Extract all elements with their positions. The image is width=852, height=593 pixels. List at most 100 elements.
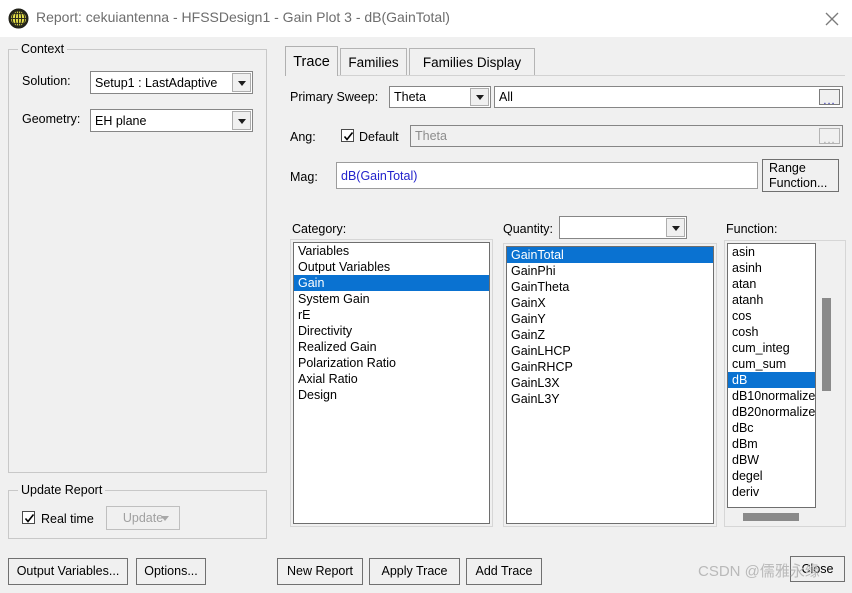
list-item[interactable]: dB10normalize (728, 388, 815, 404)
new-report-button-label: New Report (287, 564, 353, 579)
quantity-list-items: GainTotal GainPhi GainTheta GainX GainY GainZ… (507, 247, 713, 407)
list-item[interactable]: Polarization Ratio (294, 355, 489, 371)
list-item[interactable]: GainL3X (507, 375, 713, 391)
ang-ellipsis-label: ... (823, 134, 836, 146)
primary-sweep-combo[interactable]: Theta (389, 86, 491, 108)
list-item[interactable]: Gain (294, 275, 489, 291)
update-button-label: Update (122, 510, 164, 525)
function-list-items: asin asinh atan atanh cos cosh cum_integ cum_su… (728, 244, 815, 500)
tabstrip-divider (285, 75, 845, 76)
primary-sweep-value: Theta (394, 90, 426, 104)
ang-ellipsis-button[interactable]: ... (819, 128, 840, 146)
list-item[interactable]: GainX (507, 295, 713, 311)
context-group-label: Context (18, 42, 68, 56)
quantity-listbox[interactable]: GainTotal GainPhi GainTheta GainX GainY GainZ… (506, 246, 714, 524)
window-title: Report: cekuiantenna - HFSSDesign1 - Gai… (36, 9, 450, 25)
list-item[interactable]: cum_sum (728, 356, 815, 372)
list-item[interactable]: System Gain (294, 291, 489, 307)
solution-combo-value: Setup1 : LastAdaptive (95, 75, 218, 90)
real-time-checkbox[interactable] (22, 511, 35, 524)
function-label: Function: (726, 222, 778, 236)
list-item[interactable]: rE (294, 307, 489, 323)
mag-value: dB(GainTotal) (341, 168, 418, 183)
list-item[interactable]: deriv (728, 484, 815, 500)
geometry-label: Geometry: (22, 112, 81, 126)
close-button[interactable]: Close (790, 556, 845, 582)
list-item[interactable]: cum_integ (728, 340, 815, 356)
list-item[interactable]: dBc (728, 420, 815, 436)
tab-families-display[interactable]: Families Display (409, 48, 535, 76)
list-item[interactable]: cosh (728, 324, 815, 340)
report-dialog: Report: cekuiantenna - HFSSDesign1 - Gai… (0, 0, 852, 593)
function-vertical-scrollbar[interactable] (820, 243, 833, 508)
list-item[interactable]: GainRHCP (507, 359, 713, 375)
update-chevron-down-icon (161, 516, 169, 521)
primary-sweep-label: Primary Sweep: (290, 90, 379, 104)
output-variables-button[interactable]: Output Variables... (8, 558, 128, 585)
quantity-chevron-down-icon[interactable] (666, 218, 685, 237)
output-variables-button-label: Output Variables... (16, 564, 120, 579)
primary-sweep-chevron-down-icon[interactable] (470, 88, 489, 106)
list-item[interactable]: GainTotal (507, 247, 713, 263)
list-item[interactable]: GainTheta (507, 279, 713, 295)
sweep-range-textbox[interactable]: All (494, 86, 843, 108)
list-item[interactable]: Directivity (294, 323, 489, 339)
function-horizontal-scrollbar[interactable] (727, 512, 833, 522)
function-hscroll-thumb[interactable] (743, 513, 799, 521)
solution-combo[interactable]: Setup1 : LastAdaptive (90, 71, 253, 94)
list-item[interactable]: GainLHCP (507, 343, 713, 359)
apply-trace-button[interactable]: Apply Trace (369, 558, 460, 585)
list-item[interactable]: Axial Ratio (294, 371, 489, 387)
mag-textbox[interactable]: dB(GainTotal) (336, 162, 758, 189)
list-item[interactable]: Variables (294, 243, 489, 259)
list-item[interactable]: dBW (728, 452, 815, 468)
hfss-app-icon (8, 8, 29, 29)
list-item[interactable]: atan (728, 276, 815, 292)
update-button[interactable]: Update (106, 506, 180, 530)
title-bar: Report: cekuiantenna - HFSSDesign1 - Gai… (0, 0, 852, 37)
tab-families-label: Families (348, 55, 399, 70)
ang-label: Ang: (290, 130, 316, 144)
list-item[interactable]: cos (728, 308, 815, 324)
solution-label: Solution: (22, 74, 71, 88)
tab-trace-label: Trace (293, 53, 330, 70)
update-report-group-label: Update Report (18, 483, 106, 497)
quantity-combo[interactable] (559, 216, 687, 239)
list-item[interactable]: dB (728, 372, 815, 388)
list-item[interactable]: GainY (507, 311, 713, 327)
tab-families[interactable]: Families (340, 48, 407, 76)
ang-default-checkbox[interactable] (341, 129, 354, 142)
sweep-range-ellipsis-label: ... (823, 95, 836, 107)
close-button-label: Close (801, 561, 834, 576)
list-item[interactable]: GainZ (507, 327, 713, 343)
list-item[interactable]: Design (294, 387, 489, 403)
add-trace-button[interactable]: Add Trace (466, 558, 542, 585)
sweep-range-value: All (499, 90, 513, 104)
new-report-button[interactable]: New Report (277, 558, 363, 585)
list-item[interactable]: dBm (728, 436, 815, 452)
category-listbox[interactable]: Variables Output Variables Gain System Gain… (293, 242, 490, 524)
list-item[interactable]: asinh (728, 260, 815, 276)
list-item[interactable]: Realized Gain (294, 339, 489, 355)
list-item[interactable]: degel (728, 468, 815, 484)
options-button-label: Options... (144, 564, 198, 579)
list-item[interactable]: asin (728, 244, 815, 260)
category-label: Category: (292, 222, 347, 236)
function-listbox[interactable]: asin asinh atan atanh cos cosh cum_integ cum_su… (727, 243, 816, 508)
tab-trace[interactable]: Trace (285, 46, 338, 76)
options-button[interactable]: Options... (136, 558, 206, 585)
list-item[interactable]: dB20normalize (728, 404, 815, 420)
sweep-range-ellipsis-button[interactable]: ... (819, 89, 840, 107)
window-close-icon[interactable] (812, 0, 852, 36)
solution-chevron-down-icon[interactable] (232, 73, 251, 92)
geometry-combo[interactable]: EH plane (90, 109, 253, 132)
list-item[interactable]: GainL3Y (507, 391, 713, 407)
list-item[interactable]: atanh (728, 292, 815, 308)
geometry-combo-value: EH plane (95, 113, 147, 128)
function-vscroll-thumb[interactable] (822, 298, 831, 391)
list-item[interactable]: Output Variables (294, 259, 489, 275)
range-function-button[interactable]: Range Function... (762, 159, 839, 192)
geometry-chevron-down-icon[interactable] (232, 111, 251, 130)
ang-textbox[interactable]: Theta (410, 125, 843, 147)
list-item[interactable]: GainPhi (507, 263, 713, 279)
